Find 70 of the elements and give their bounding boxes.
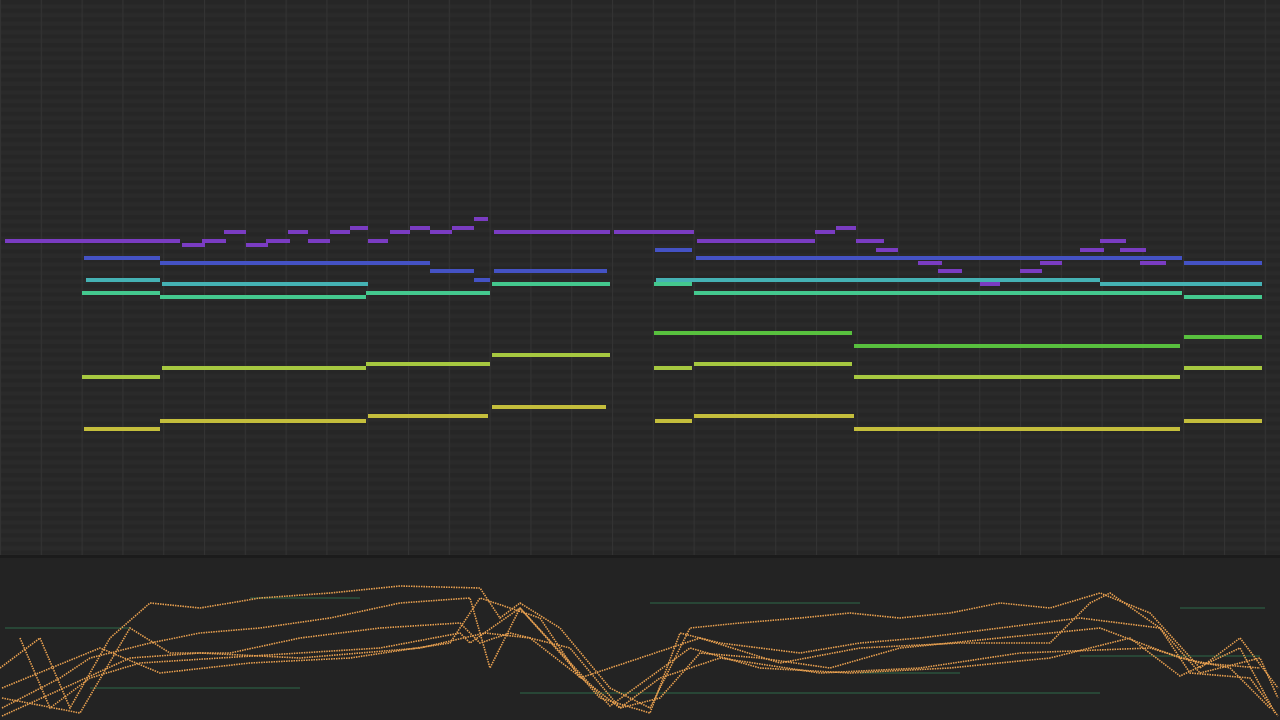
note[interactable] xyxy=(655,419,692,423)
note[interactable] xyxy=(815,230,835,234)
note[interactable] xyxy=(246,243,268,247)
note[interactable] xyxy=(836,226,856,230)
note[interactable] xyxy=(84,427,160,431)
note[interactable] xyxy=(474,217,488,221)
note[interactable] xyxy=(308,239,330,243)
note[interactable] xyxy=(82,291,160,295)
note[interactable] xyxy=(696,256,1182,260)
note[interactable] xyxy=(492,353,610,357)
note[interactable] xyxy=(494,230,610,234)
note[interactable] xyxy=(474,278,490,282)
note[interactable] xyxy=(854,344,1180,348)
note[interactable] xyxy=(980,282,1000,286)
note[interactable] xyxy=(654,282,692,286)
note[interactable] xyxy=(1020,269,1042,273)
note[interactable] xyxy=(330,230,350,234)
note[interactable] xyxy=(1120,248,1146,252)
note[interactable] xyxy=(492,405,606,409)
note[interactable] xyxy=(368,239,388,243)
note[interactable] xyxy=(368,414,488,418)
note[interactable] xyxy=(656,278,1100,282)
note[interactable] xyxy=(938,269,962,273)
note[interactable] xyxy=(288,230,308,234)
note[interactable] xyxy=(1184,295,1262,299)
note[interactable] xyxy=(430,269,474,273)
note[interactable] xyxy=(876,248,898,252)
note[interactable] xyxy=(697,239,815,243)
note[interactable] xyxy=(1184,335,1262,339)
note[interactable] xyxy=(1080,248,1104,252)
note[interactable] xyxy=(1100,239,1126,243)
note[interactable] xyxy=(694,291,1182,295)
note[interactable] xyxy=(162,282,368,286)
note[interactable] xyxy=(82,375,160,379)
note[interactable] xyxy=(202,239,226,243)
note[interactable] xyxy=(366,291,490,295)
note[interactable] xyxy=(694,414,854,418)
note[interactable] xyxy=(918,261,942,265)
note[interactable] xyxy=(1184,366,1262,370)
note[interactable] xyxy=(224,230,246,234)
note[interactable] xyxy=(350,226,368,230)
note[interactable] xyxy=(390,230,410,234)
note[interactable] xyxy=(1100,282,1262,286)
note[interactable] xyxy=(182,243,205,247)
note[interactable] xyxy=(266,239,290,243)
note[interactable] xyxy=(1040,261,1062,265)
note[interactable] xyxy=(160,295,366,299)
note[interactable] xyxy=(1184,419,1262,423)
note[interactable] xyxy=(430,230,452,234)
note[interactable] xyxy=(84,256,160,260)
note[interactable] xyxy=(1184,261,1262,265)
note[interactable] xyxy=(614,230,694,234)
note[interactable] xyxy=(654,366,692,370)
note[interactable] xyxy=(1140,261,1166,265)
note[interactable] xyxy=(5,239,180,243)
note[interactable] xyxy=(694,362,852,366)
note[interactable] xyxy=(854,427,1180,431)
note[interactable] xyxy=(654,331,852,335)
note[interactable] xyxy=(366,362,490,366)
note[interactable] xyxy=(160,261,430,265)
note[interactable] xyxy=(160,419,366,423)
note[interactable] xyxy=(492,282,610,286)
note[interactable] xyxy=(854,375,1180,379)
note[interactable] xyxy=(856,239,884,243)
note[interactable] xyxy=(86,278,160,282)
note[interactable] xyxy=(452,226,474,230)
note[interactable] xyxy=(655,248,692,252)
note[interactable] xyxy=(162,366,366,370)
note[interactable] xyxy=(494,269,607,273)
note[interactable] xyxy=(410,226,430,230)
